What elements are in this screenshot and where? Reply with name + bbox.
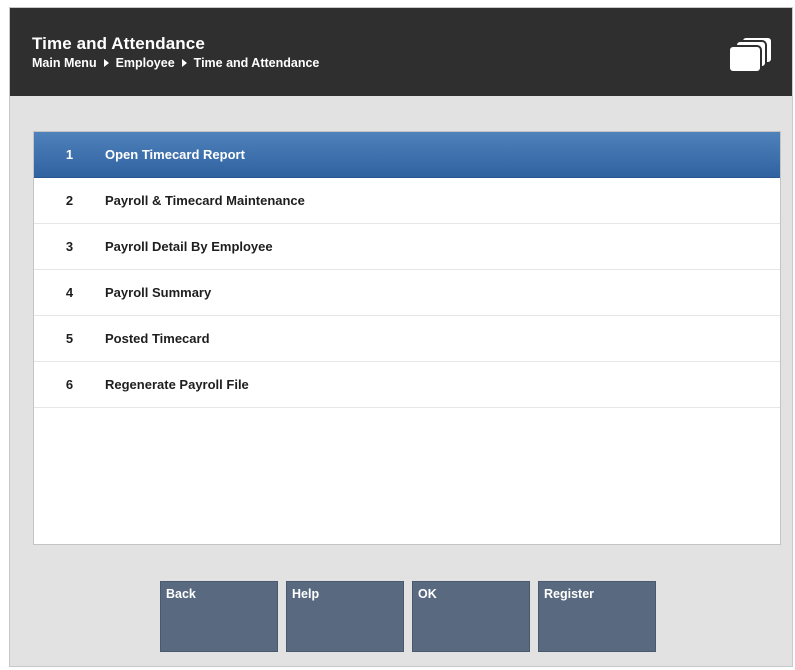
app-window: Time and Attendance Main Menu Employee T… xyxy=(9,7,793,667)
help-button[interactable]: Help xyxy=(286,581,404,652)
breadcrumb-item-employee[interactable]: Employee xyxy=(116,56,175,70)
register-button[interactable]: Register xyxy=(538,581,656,652)
breadcrumb: Main Menu Employee Time and Attendance xyxy=(32,56,319,70)
header-bar: Time and Attendance Main Menu Employee T… xyxy=(10,8,792,96)
menu-item-label: Open Timecard Report xyxy=(105,147,245,162)
menu-item-payroll-detail-by-employee[interactable]: 3 Payroll Detail By Employee xyxy=(34,224,780,270)
menu-item-label: Posted Timecard xyxy=(105,331,210,346)
menu-item-regenerate-payroll-file[interactable]: 6 Regenerate Payroll File xyxy=(34,362,780,408)
back-button[interactable]: Back xyxy=(160,581,278,652)
menu-item-number: 3 xyxy=(65,239,74,254)
menu-item-payroll-summary[interactable]: 4 Payroll Summary xyxy=(34,270,780,316)
menu-item-label: Payroll & Timecard Maintenance xyxy=(105,193,305,208)
menu-item-label: Payroll Summary xyxy=(105,285,212,300)
menu-item-number: 4 xyxy=(65,285,74,300)
page-title: Time and Attendance xyxy=(32,34,205,53)
menu-item-label: Regenerate Payroll File xyxy=(105,377,249,392)
button-bar: Back Help OK Register xyxy=(160,581,656,652)
menu-list: 1 Open Timecard Report 2 Payroll & Timec… xyxy=(33,131,781,545)
breadcrumb-item-main-menu[interactable]: Main Menu xyxy=(32,56,97,70)
breadcrumb-item-current: Time and Attendance xyxy=(193,56,320,70)
menu-item-number: 6 xyxy=(65,377,74,392)
menu-item-label: Payroll Detail By Employee xyxy=(105,239,273,254)
menu-item-posted-timecard[interactable]: 5 Posted Timecard xyxy=(34,316,780,362)
menu-item-payroll-timecard-maintenance[interactable]: 2 Payroll & Timecard Maintenance xyxy=(34,178,780,224)
ok-button[interactable]: OK xyxy=(412,581,530,652)
menu-item-open-timecard-report[interactable]: 1 Open Timecard Report xyxy=(34,132,780,178)
menu-item-number: 5 xyxy=(65,331,74,346)
menu-item-number: 2 xyxy=(65,193,74,208)
windows-icon[interactable] xyxy=(724,34,776,74)
menu-item-number: 1 xyxy=(65,147,74,162)
breadcrumb-separator-icon xyxy=(181,59,187,67)
breadcrumb-separator-icon xyxy=(103,59,109,67)
